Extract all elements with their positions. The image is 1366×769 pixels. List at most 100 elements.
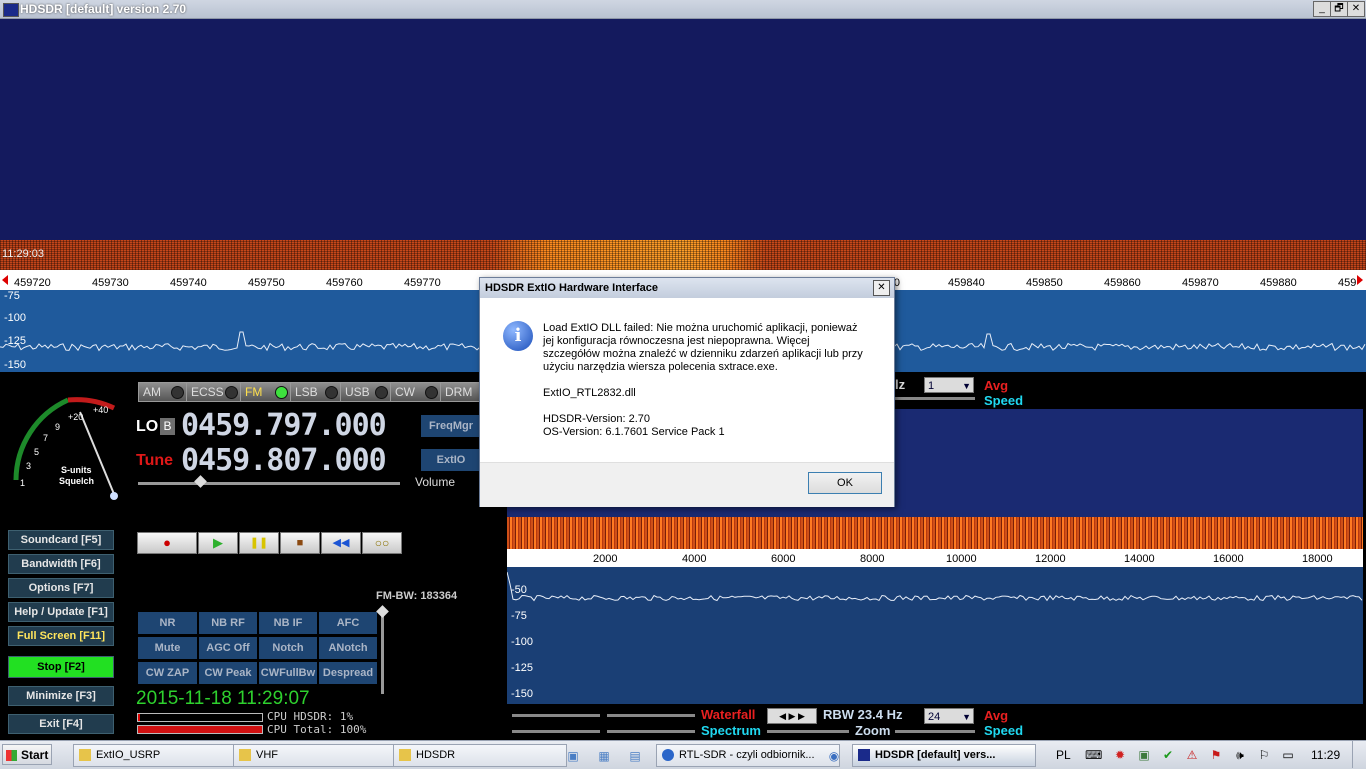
rf-avg-value: 1 (928, 380, 935, 392)
language-indicator[interactable]: PL (1056, 748, 1071, 762)
waterfall-slider-1[interactable] (512, 714, 600, 717)
mode-label: CW (395, 385, 415, 399)
anotch-button[interactable]: ANotch (319, 637, 377, 659)
mode-label: DRM (445, 385, 473, 399)
app-icon (3, 3, 19, 17)
minimize-button[interactable]: _ (1313, 1, 1331, 17)
show-desktop-button[interactable] (1352, 741, 1366, 768)
smeter-scale: 3 (26, 461, 32, 471)
lo-frequency[interactable]: 0459.797.000 (181, 408, 387, 443)
start-label: Start (21, 748, 49, 762)
rewind-button[interactable]: ◀◀ (321, 532, 361, 554)
cw-peak-button[interactable]: CW Peak (199, 662, 257, 684)
record-button[interactable]: ● (137, 532, 197, 554)
mode-usb-button[interactable]: USB (340, 382, 392, 402)
fullscreen-button[interactable]: Full Screen [F11] (8, 626, 114, 646)
freq-label: 459860 (1104, 277, 1141, 289)
explorer-icon[interactable]: ▣ (565, 748, 581, 764)
nb-rf-button[interactable]: NB RF (199, 612, 257, 634)
keyboard-icon[interactable]: ⌨ (1085, 747, 1102, 763)
agc-off-button[interactable]: AGC Off (199, 637, 257, 659)
rbw-label: RBW 23.4 Hz (823, 707, 903, 722)
freqmgr-button[interactable]: FreqMgr (421, 415, 481, 437)
app-icon[interactable]: ◉ (826, 748, 842, 764)
task-hdsdr-window[interactable]: HDSDR [default] vers... (852, 744, 1036, 767)
rf-avg-select[interactable]: 1 ▼ (924, 377, 974, 393)
lo-b-badge[interactable]: B (160, 418, 175, 435)
play-button[interactable]: ▶ (198, 532, 238, 554)
rf-waterfall-signal[interactable] (0, 240, 1366, 270)
volume-slider[interactable] (138, 482, 400, 485)
mute-button[interactable]: Mute (138, 637, 197, 659)
waterfall-slider-2[interactable] (607, 714, 695, 717)
scroll-left-icon[interactable] (2, 275, 8, 285)
nr-button[interactable]: NR (138, 612, 197, 634)
minimize-app-button[interactable]: Minimize [F3] (8, 686, 114, 706)
smeter-label: S-units (61, 465, 92, 475)
rf-waterfall[interactable] (0, 19, 1366, 241)
volume-icon[interactable]: 🕪 (1232, 747, 1248, 763)
bandwidth-button[interactable]: Bandwidth [F6] (8, 554, 114, 574)
check-icon[interactable]: ✔ (1160, 747, 1176, 763)
audio-scroll-buttons[interactable]: ◀ ▶ ▶ (767, 708, 817, 724)
exit-button[interactable]: Exit [F4] (8, 714, 114, 734)
nb-if-button[interactable]: NB IF (259, 612, 317, 634)
rf-speed-slider[interactable] (895, 397, 975, 400)
calculator-icon[interactable]: ▦ (596, 748, 612, 764)
task-extio-usrp[interactable]: ExtIO_USRP (73, 744, 247, 767)
help-update-button[interactable]: Help / Update [F1] (8, 602, 114, 622)
task-vhf[interactable]: VHF (233, 744, 407, 767)
task-hdsdr-folder[interactable]: HDSDR (393, 744, 567, 767)
options-button[interactable]: Options [F7] (8, 578, 114, 598)
update-icon[interactable]: ⚑ (1208, 747, 1224, 763)
audio-avg-value: 24 (928, 711, 941, 723)
extio-button[interactable]: ExtIO (421, 449, 481, 471)
led-icon (275, 386, 288, 399)
mode-drm-button[interactable]: DRM (440, 382, 484, 402)
stop-playback-button[interactable]: ■ (280, 532, 320, 554)
monitor-icon[interactable]: ▭ (1280, 747, 1296, 763)
audio-freq-label: 10000 (946, 553, 977, 565)
despread-button[interactable]: Despread (319, 662, 377, 684)
audio-freq-label: 16000 (1213, 553, 1244, 565)
cw-zap-button[interactable]: CW ZAP (138, 662, 197, 684)
spectrum-label: Spectrum (701, 723, 761, 738)
window-title: HDSDR [default] version 2.70 (20, 2, 187, 16)
spectrum-slider-1[interactable] (512, 730, 600, 733)
tool-icon[interactable]: ⚠ (1184, 747, 1200, 763)
restore-button[interactable]: 🗗 (1330, 1, 1348, 17)
task-browser[interactable]: RTL-SDR - czyli odbiornik... (656, 744, 840, 767)
fm-bw-slider[interactable] (381, 608, 384, 694)
cw-fullbw-button[interactable]: CWFullBw (259, 662, 317, 684)
afc-button[interactable]: AFC (319, 612, 377, 634)
mode-lsb-button[interactable]: LSB (290, 382, 342, 402)
document-icon[interactable]: ▤ (627, 748, 643, 764)
loop-button[interactable]: ○○ (362, 532, 402, 554)
notch-button[interactable]: Notch (259, 637, 317, 659)
start-button[interactable]: Start (2, 744, 52, 765)
zoom-slider[interactable] (767, 730, 849, 733)
mode-cw-button[interactable]: CW (390, 382, 442, 402)
tune-frequency[interactable]: 0459.807.000 (181, 443, 387, 478)
audio-waterfall[interactable] (507, 517, 1363, 549)
soundcard-button[interactable]: Soundcard [F5] (8, 530, 114, 550)
waterfall-timestamp: 11:29:03 (2, 248, 45, 260)
scroll-right-icon[interactable] (1357, 275, 1363, 285)
freq-label: 459720 (14, 277, 51, 289)
flag-icon[interactable]: ⚐ (1256, 747, 1272, 763)
ok-button[interactable]: OK (808, 472, 882, 494)
spectrum-slider-2[interactable] (607, 730, 695, 733)
network-icon[interactable]: ▣ (1136, 747, 1152, 763)
speed-slider[interactable] (895, 730, 975, 733)
gear-icon[interactable]: ✹ (1112, 747, 1128, 763)
dialog-close-button[interactable]: ✕ (873, 280, 890, 296)
close-button[interactable]: ✕ (1347, 1, 1365, 17)
mode-ecss-button[interactable]: ECSS (186, 382, 242, 402)
pause-button[interactable]: ❚❚ (239, 532, 279, 554)
mode-fm-button[interactable]: FM (240, 382, 292, 402)
audio-frequency-scale[interactable]: 2000 4000 6000 8000 10000 12000 14000 16… (507, 549, 1363, 567)
mode-am-button[interactable]: AM (138, 382, 188, 402)
audio-avg-select[interactable]: 24 ▼ (924, 708, 974, 724)
stop-button[interactable]: Stop [F2] (8, 656, 114, 678)
audio-spectrum[interactable]: -50 -75 -100 -125 -150 (507, 567, 1363, 704)
